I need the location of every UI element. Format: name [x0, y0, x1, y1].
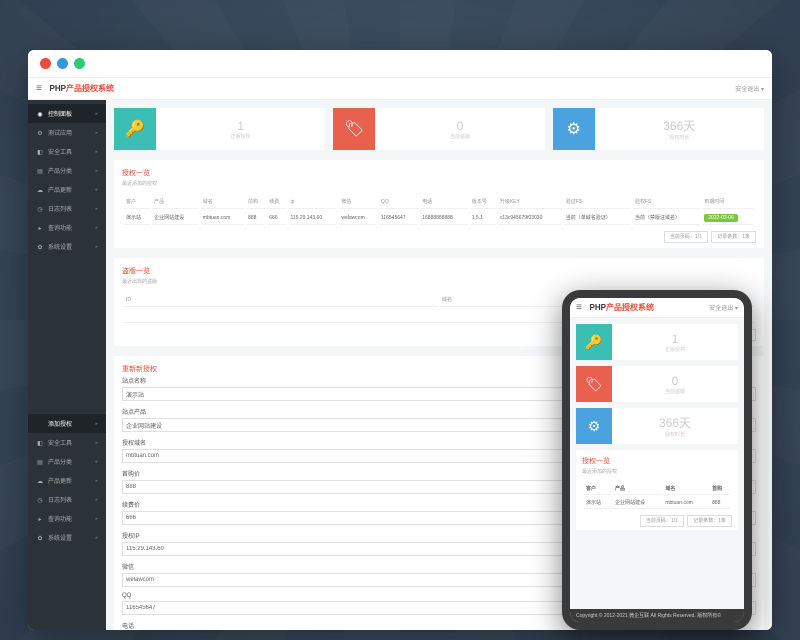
mobile-preview: ≡ PHP产品授权系统 安全退出 ▾ 🔑 1正版授权 🏷 0当前盗版 ⚙ 366天授权时长… [562, 290, 752, 630]
window-titlebar [28, 50, 772, 78]
chevron-icon: ▸ [95, 111, 98, 117]
expiry-badge: 2022-02-06 [704, 214, 738, 222]
chevron-icon: ▸ [95, 149, 98, 155]
maximize-icon[interactable] [74, 58, 85, 69]
stat-value: 366天 [663, 117, 695, 134]
sidebar-item[interactable]: ▤产品分类▸ [28, 161, 106, 180]
chevron-icon: ▸ [95, 187, 98, 193]
stat-label: 授权时长 [665, 431, 685, 438]
mobile-footer: Copyright © 2012-2021 微企互联 All Rights Re… [570, 609, 744, 622]
stat-label: 当前盗版 [450, 133, 470, 140]
panel-subtitle: 最近出现的盗版 [122, 278, 756, 285]
stat-value: 1 [672, 332, 679, 346]
close-icon[interactable] [40, 58, 51, 69]
stat-card: 🔑 1正版授权 [576, 324, 738, 360]
stat-label: 授权时长 [669, 134, 689, 141]
nav-icon: ▤ [36, 168, 44, 175]
sidebar-item[interactable]: ◧安全工具▸ [28, 142, 106, 161]
stat-value: 0 [457, 119, 464, 133]
nav-icon: ▸ [36, 225, 44, 232]
nav-icon: ◷ [36, 206, 44, 213]
stat-label: 当前盗版 [665, 388, 685, 395]
stat-value: 366天 [659, 414, 691, 431]
app-logo: PHP产品授权系统 [50, 84, 114, 93]
stat-card: 🔑 1正版授权 [114, 108, 325, 150]
nav-icon: ✿ [36, 244, 44, 251]
chevron-icon: ▸ [95, 244, 98, 250]
stat-icon: ⚙ [553, 108, 595, 150]
mobile-header: ≡ PHP产品授权系统 安全退出 ▾ [570, 298, 744, 318]
sidebar-item[interactable]: ◷日志列表▸ [28, 199, 106, 218]
record-count: 记录条数：1条 [711, 231, 756, 243]
panel-title: 盗版一览 [122, 266, 756, 276]
stat-icon: 🔑 [576, 324, 612, 360]
stat-card: 🏷 0当前盗版 [576, 366, 738, 402]
table-row[interactable]: 演示站企业网站建设mbtuan.com888 [584, 497, 730, 509]
auth-table: 客户产品域名前购续费ip微信QQ电话版本号升级KEY验证FS验权FS到期时间 演… [122, 193, 756, 227]
stat-value: 0 [672, 374, 679, 388]
nav-icon: ☁ [36, 187, 44, 194]
chevron-icon: ▸ [95, 225, 98, 231]
nav-icon: ◉ [36, 111, 44, 118]
stat-icon: 🏷 [333, 108, 375, 150]
nav-icon: ⚙ [36, 130, 44, 137]
stat-card: 🏷 0当前盗版 [333, 108, 544, 150]
auth-list-panel: 授权一览 最近添加的授权 客户产品域名前购续费ip微信QQ电话版本号升级KEY验… [114, 160, 764, 248]
stat-card: ⚙ 366天授权时长 [553, 108, 764, 150]
sidebar-item[interactable]: ✿系统设置▸ [28, 237, 106, 256]
sidebar-item[interactable]: ☁产品更新▸ [28, 180, 106, 199]
page-info: 当前页码：1/1 [664, 231, 708, 243]
panel-title: 授权一览 [122, 168, 756, 178]
sidebar-item[interactable]: ⚙测试应用▸ [28, 123, 106, 142]
stat-value: 1 [237, 119, 244, 133]
panel-subtitle: 最近添加的授权 [122, 180, 756, 187]
sidebar-item[interactable]: ◉控制面板▸ [28, 104, 106, 123]
nav-icon: ◧ [36, 149, 44, 156]
app-header: ≡ PHP产品授权系统 安全退出 ▾ [28, 78, 772, 100]
stat-label: 正版授权 [231, 133, 251, 140]
stat-icon: ⚙ [576, 408, 612, 444]
stat-icon: 🔑 [114, 108, 156, 150]
chevron-icon: ▸ [95, 130, 98, 136]
logout-link[interactable]: 安全退出 ▾ [735, 84, 764, 93]
chevron-icon: ▸ [95, 206, 98, 212]
minimize-icon[interactable] [57, 58, 68, 69]
pagination: 当前页码：1/1 记录条数：1条 [122, 233, 756, 240]
stat-icon: 🏷 [576, 366, 612, 402]
stat-label: 正版授权 [665, 346, 685, 353]
menu-icon[interactable]: ≡ [36, 83, 42, 94]
mobile-auth-panel: 授权一览 最近添加的授权 客户产品域名首购演示站企业网站建设mbtuan.com… [576, 450, 738, 530]
sidebar-item[interactable]: ▸查询功能▸ [28, 218, 106, 237]
table-row[interactable]: 演示站企业网站建设mbtuan.com888666115.29.143.60we… [124, 211, 754, 225]
menu-icon[interactable]: ≡ [576, 302, 582, 313]
chevron-icon: ▸ [95, 168, 98, 174]
stat-card: ⚙ 366天授权时长 [576, 408, 738, 444]
